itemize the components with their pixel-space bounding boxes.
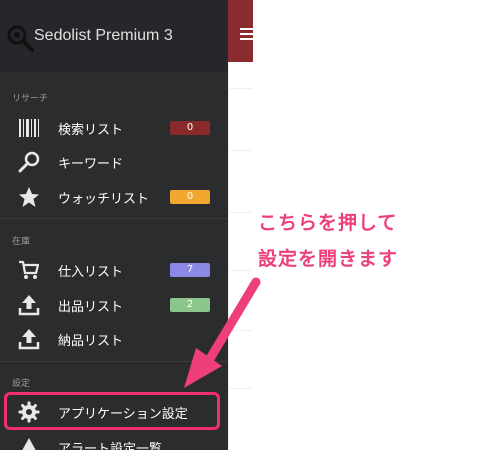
sidebar-item-label: 納品リスト <box>58 334 124 349</box>
hamburger-menu-icon[interactable] <box>240 28 254 40</box>
sidebar-item-keyword[interactable]: キーワード <box>0 144 228 178</box>
divider <box>230 212 252 213</box>
sidebar-item-label: 出品リスト <box>58 300 124 315</box>
divider <box>230 88 252 89</box>
sidebar-item-label: アラート設定一覧 <box>58 442 163 450</box>
section-settings: 設定 <box>12 379 31 389</box>
section-inventory: 在庫 <box>12 237 31 247</box>
sidebar-item-label: ウォッチリスト <box>58 192 150 207</box>
divider <box>230 150 252 151</box>
pointer-arrow-icon <box>184 277 261 388</box>
barcode-icon <box>19 119 39 137</box>
cart-icon <box>19 260 40 279</box>
upload-icon <box>18 329 40 350</box>
count-badge: 0 <box>170 190 210 204</box>
star-icon <box>19 187 39 207</box>
key-search-icon <box>18 151 40 173</box>
magnifier-logo-icon <box>7 25 34 52</box>
sidebar-item-label: 検索リスト <box>58 123 124 138</box>
sidebar-item-label: 仕入リスト <box>58 265 124 280</box>
sidebar-header: Sedolist Premium 3 <box>0 0 228 72</box>
section-research: リサーチ <box>12 94 49 104</box>
sidebar-item-label: キーワード <box>58 157 124 172</box>
sidebar-item-alert-settings[interactable]: アラート設定一覧 <box>0 429 228 450</box>
annotation-line-2: 設定を開きます <box>258 248 399 270</box>
sidebar-item-watch-list[interactable]: ウォッチリスト 0 <box>0 179 228 213</box>
sidebar-item-search-list[interactable]: 検索リスト 0 <box>0 110 228 144</box>
divider <box>0 218 228 219</box>
annotation-line-1: こちらを押して <box>258 212 398 234</box>
app-title: Sedolist Premium 3 <box>34 27 173 44</box>
count-badge: 0 <box>170 121 210 135</box>
alert-icon <box>22 438 36 450</box>
upload-icon <box>18 295 40 316</box>
